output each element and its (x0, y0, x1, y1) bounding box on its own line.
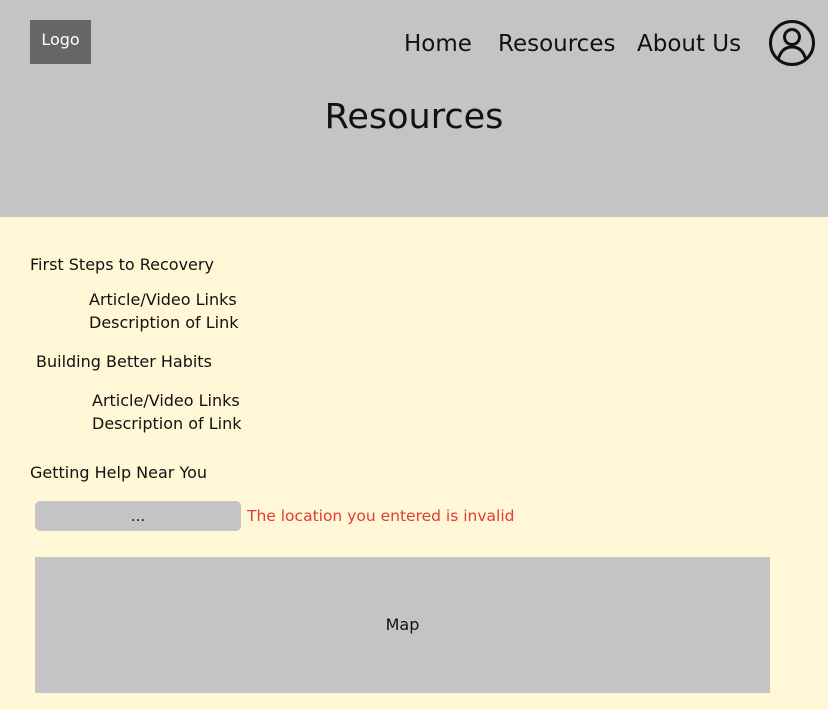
location-input[interactable] (35, 501, 241, 531)
nav-about-us-link[interactable]: About Us (637, 28, 741, 60)
user-circle-icon[interactable] (768, 19, 816, 67)
article-video-link[interactable]: Article/Video Links (89, 289, 237, 311)
resources-page: Logo Home Resources About Us Resources F… (0, 0, 828, 710)
logo[interactable]: Logo (30, 20, 91, 64)
section-heading-better-habits: Building Better Habits (36, 352, 212, 371)
section-heading-help-near-you: Getting Help Near You (30, 463, 208, 482)
page-title: Resources (324, 97, 504, 137)
nav-home-link[interactable]: Home (404, 28, 472, 60)
link-description: Description of Link (92, 414, 242, 433)
page-header: Logo Home Resources About Us Resources (0, 0, 828, 217)
nav-resources-link[interactable]: Resources (498, 28, 615, 60)
map-label: Map (385, 615, 420, 634)
location-error-message: The location you entered is invalid (247, 507, 515, 525)
section-heading-first-steps: First Steps to Recovery (30, 255, 214, 274)
map[interactable]: Map (35, 557, 770, 693)
link-description: Description of Link (89, 313, 239, 332)
article-video-link[interactable]: Article/Video Links (92, 390, 240, 412)
